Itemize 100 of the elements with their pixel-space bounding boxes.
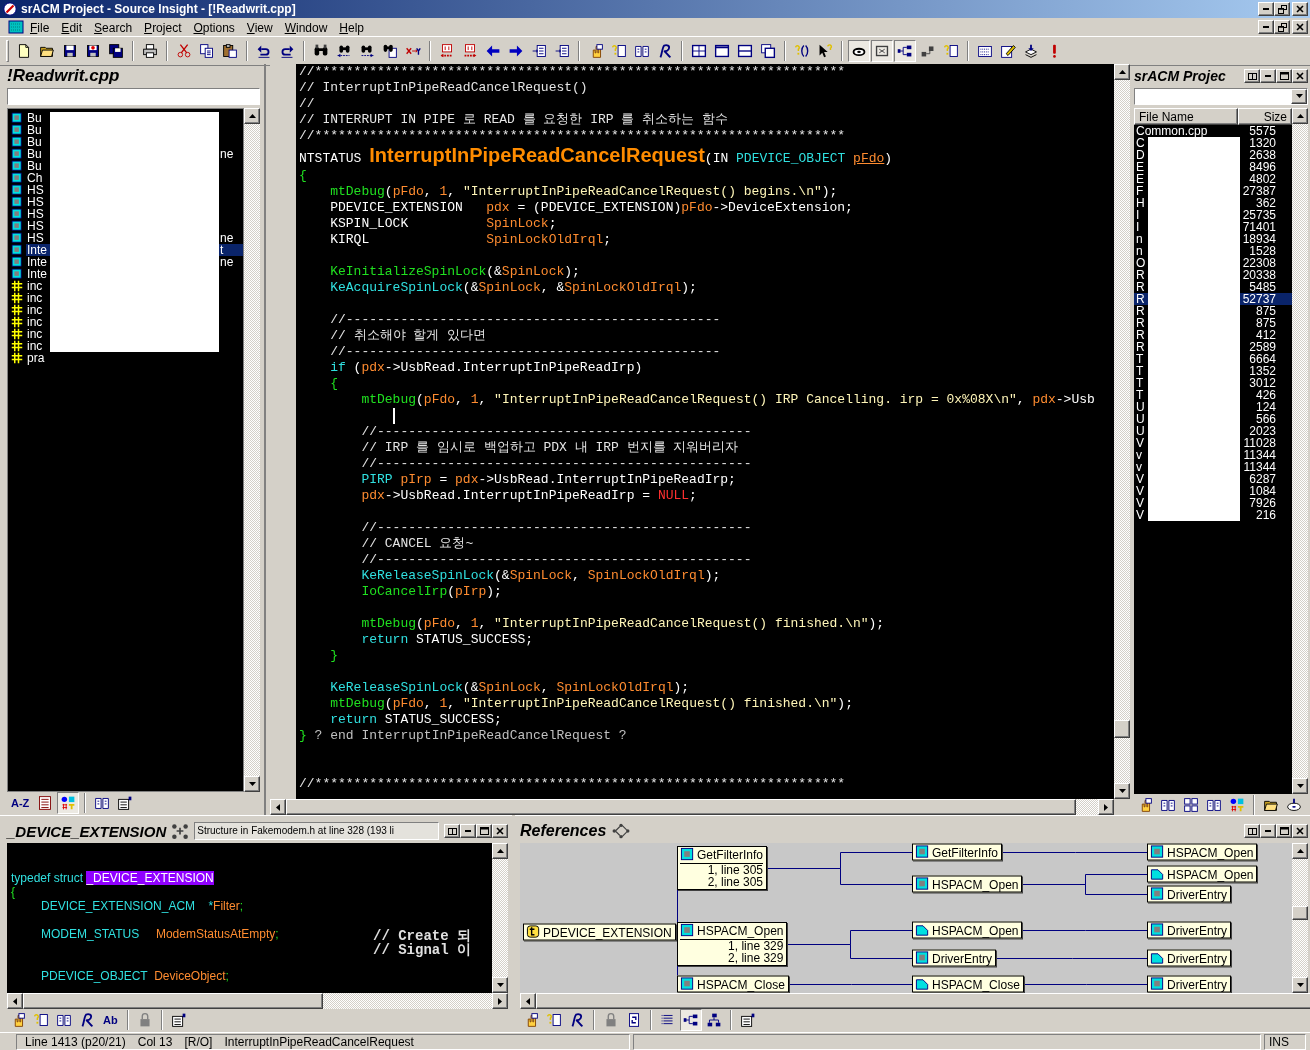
scrollbar-thumb[interactable]: [1292, 906, 1308, 920]
vertical-scrollbar[interactable]: [1292, 843, 1308, 993]
symbol-list-item[interactable]: inc: [8, 280, 50, 292]
reference-node[interactable]: DriverEntry: [1147, 949, 1231, 967]
close-button[interactable]: [1292, 824, 1308, 838]
symbol-list-item[interactable]: inc: [8, 304, 50, 316]
reference-node[interactable]: HSPACM_Close: [677, 975, 789, 993]
reference-node[interactable]: GetFilterInfo 1, line 305 2, line 305: [677, 846, 768, 890]
maximize-button[interactable]: [476, 824, 492, 838]
file-name[interactable]: R: [1134, 305, 1148, 317]
menu-item[interactable]: File: [24, 19, 56, 35]
scroll-up-button[interactable]: [492, 843, 508, 859]
symbol-list-item[interactable]: Inte: [8, 268, 50, 280]
symbol-list-item[interactable]: inc: [8, 316, 50, 328]
file-size[interactable]: 362: [1240, 197, 1292, 209]
minimize-button[interactable]: [1260, 824, 1276, 838]
file-name[interactable]: n: [1134, 245, 1148, 257]
file-size[interactable]: 11344: [1240, 461, 1292, 473]
file-name[interactable]: V: [1134, 485, 1148, 497]
close-button[interactable]: [1292, 20, 1308, 34]
dock-button[interactable]: [1244, 69, 1260, 83]
scroll-left-button[interactable]: [520, 993, 536, 1009]
file-name[interactable]: U: [1134, 413, 1148, 425]
file-size[interactable]: 11028: [1240, 437, 1292, 449]
close-button[interactable]: [492, 824, 508, 838]
tree-icon[interactable]: [894, 40, 916, 62]
reference-node[interactable]: DriverEntry: [912, 949, 996, 967]
symbol-list-item[interactable]: Inte: [8, 244, 50, 256]
scroll-down-button[interactable]: [1292, 778, 1308, 794]
file-name[interactable]: R: [1134, 281, 1148, 293]
reference-node[interactable]: DriverEntry: [1147, 885, 1231, 903]
file-size[interactable]: 2589: [1240, 341, 1292, 353]
file-size[interactable]: 3012: [1240, 377, 1292, 389]
file-name[interactable]: R: [1134, 329, 1148, 341]
minimize-button[interactable]: [1260, 69, 1276, 83]
file-name[interactable]: H: [1134, 197, 1148, 209]
file-size[interactable]: 6664: [1240, 353, 1292, 365]
scroll-up-button[interactable]: [244, 108, 260, 124]
symbol-list-item[interactable]: Inte: [8, 256, 50, 268]
file-name[interactable]: n: [1134, 233, 1148, 245]
file-size[interactable]: 875: [1240, 317, 1292, 329]
reference-node[interactable]: DriverEntry: [1147, 921, 1231, 939]
file-name[interactable]: v: [1134, 461, 1148, 473]
symbol-list-item[interactable]: Bu: [8, 148, 50, 160]
project-combo-box[interactable]: [1134, 88, 1308, 105]
maximize-button[interactable]: [1276, 824, 1292, 838]
file-size[interactable]: 216: [1240, 509, 1292, 521]
tree-icon[interactable]: [680, 1008, 702, 1031]
sort-button[interactable]: A-Z: [7, 793, 34, 812]
file-name[interactable]: V: [1134, 497, 1148, 509]
file-size[interactable]: 124: [1240, 401, 1292, 413]
menu-item[interactable]: Help: [333, 19, 371, 35]
reference-node[interactable]: HSPACM_Open: [1147, 843, 1258, 861]
text-style-button[interactable]: Ab: [99, 1010, 122, 1029]
symbol-list-item[interactable]: HS: [8, 232, 50, 244]
horizontal-scrollbar[interactable]: [7, 993, 508, 1009]
symbol-list-item[interactable]: HS: [8, 220, 50, 232]
symbol-list-item[interactable]: Bu: [8, 160, 50, 172]
file-size[interactable]: 412: [1240, 329, 1292, 341]
menu-item[interactable]: View: [240, 19, 279, 35]
file-size[interactable]: 71401: [1240, 221, 1292, 233]
scroll-down-button[interactable]: [244, 776, 260, 792]
scrollbar-thumb[interactable]: [1114, 720, 1130, 738]
vertical-scrollbar[interactable]: [244, 108, 260, 792]
file-name[interactable]: U: [1134, 425, 1148, 437]
reference-node[interactable]: HSPACM_Open: [912, 921, 1023, 939]
restore-button[interactable]: [1274, 20, 1290, 34]
file-size[interactable]: 2638: [1240, 149, 1292, 161]
file-size[interactable]: 18934: [1240, 233, 1292, 245]
file-name[interactable]: T: [1134, 353, 1148, 365]
symbol-list-item[interactable]: Bu: [8, 136, 50, 148]
scrollbar-thumb[interactable]: [23, 993, 323, 1009]
symbol-list-item[interactable]: pra: [8, 352, 50, 364]
vertical-scrollbar[interactable]: [1292, 108, 1308, 794]
symbol-list-item[interactable]: Bu: [8, 124, 50, 136]
file-size[interactable]: 5485: [1240, 281, 1292, 293]
menu-item[interactable]: Edit: [55, 19, 89, 35]
file-size[interactable]: 1084: [1240, 485, 1292, 497]
file-name[interactable]: I: [1134, 221, 1148, 233]
file-name[interactable]: O: [1134, 257, 1148, 269]
file-name[interactable]: E: [1134, 161, 1148, 173]
close-button[interactable]: [1292, 69, 1308, 83]
file-size[interactable]: 1352: [1240, 365, 1292, 377]
file-name[interactable]: C: [1134, 137, 1148, 149]
file-name[interactable]: F: [1134, 185, 1148, 197]
file-size[interactable]: 27387: [1240, 185, 1292, 197]
file-name[interactable]: E: [1134, 173, 1148, 185]
file-size[interactable]: 6287: [1240, 473, 1292, 485]
file-size[interactable]: 566: [1240, 413, 1292, 425]
column-header[interactable]: Size: [1238, 108, 1292, 125]
scroll-left-button[interactable]: [270, 799, 286, 815]
dock-button[interactable]: [1244, 824, 1260, 838]
symbols-icon[interactable]: [57, 791, 80, 814]
file-name[interactable]: V: [1134, 509, 1148, 521]
reference-node[interactable]: GetFilterInfo: [912, 843, 1003, 861]
file-name[interactable]: v: [1134, 449, 1148, 461]
reference-node[interactable]: HSPACM_Open: [912, 875, 1023, 893]
frame-icon[interactable]: [871, 40, 893, 62]
scroll-down-button[interactable]: [1292, 977, 1308, 993]
file-name[interactable]: R: [1134, 317, 1148, 329]
